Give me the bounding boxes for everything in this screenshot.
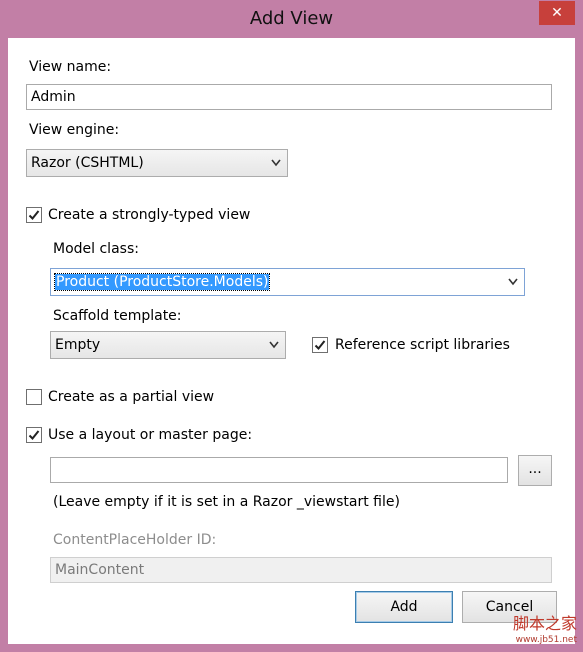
content-placeholder-label: ContentPlaceHolder ID: — [53, 532, 217, 548]
model-class-label: Model class: — [53, 241, 139, 257]
chevron-down-icon — [271, 159, 281, 167]
watermark-text: 脚本之家 — [512, 614, 577, 633]
partial-view-label[interactable]: Create as a partial view — [48, 389, 214, 405]
close-icon: ✕ — [551, 5, 563, 21]
layout-page-label[interactable]: Use a layout or master page: — [48, 427, 252, 443]
view-engine-dropdown[interactable]: Razor (CSHTML) — [26, 149, 288, 177]
strongly-typed-checkbox[interactable] — [26, 207, 42, 223]
model-class-dropdown[interactable]: Product (ProductStore.Models) — [50, 268, 525, 296]
add-view-dialog: Add View ✕ View name: Admin View engine:… — [0, 0, 583, 652]
strongly-typed-label[interactable]: Create a strongly-typed view — [48, 207, 250, 223]
model-class-selected[interactable]: Product (ProductStore.Models) — [53, 273, 271, 291]
checkmark-icon — [28, 430, 40, 440]
content-placeholder-input: MainContent — [50, 557, 552, 583]
window-title: Add View — [249, 8, 334, 29]
chevron-down-icon — [508, 278, 518, 286]
watermark-url: www.jb51.net — [515, 635, 577, 645]
title-bar: Add View ✕ — [0, 0, 583, 38]
view-name-label: View name: — [29, 59, 112, 75]
scaffold-template-selected: Empty — [55, 337, 101, 353]
layout-page-input[interactable] — [50, 457, 508, 483]
scaffold-template-dropdown[interactable]: Empty — [50, 331, 286, 359]
layout-page-checkbox[interactable] — [26, 427, 42, 443]
view-engine-selected: Razor (CSHTML) — [31, 155, 144, 171]
dialog-body: View name: Admin View engine: Razor (CSH… — [8, 38, 575, 644]
checkmark-icon — [314, 340, 326, 350]
layout-hint: (Leave empty if it is set in a Razor _vi… — [53, 494, 400, 510]
close-button[interactable]: ✕ — [539, 1, 575, 25]
checkmark-icon — [28, 210, 40, 220]
partial-view-checkbox[interactable] — [26, 389, 42, 405]
reference-scripts-checkbox[interactable] — [312, 337, 328, 353]
view-engine-label: View engine: — [29, 122, 120, 138]
view-name-input[interactable]: Admin — [26, 84, 552, 110]
scaffold-template-label: Scaffold template: — [53, 308, 182, 324]
chevron-down-icon — [269, 341, 279, 349]
browse-button[interactable]: ... — [518, 455, 552, 486]
reference-scripts-label[interactable]: Reference script libraries — [335, 337, 510, 353]
add-button[interactable]: Add — [355, 591, 453, 623]
site-watermark: 脚本之家 www.jb51.net — [513, 616, 577, 648]
